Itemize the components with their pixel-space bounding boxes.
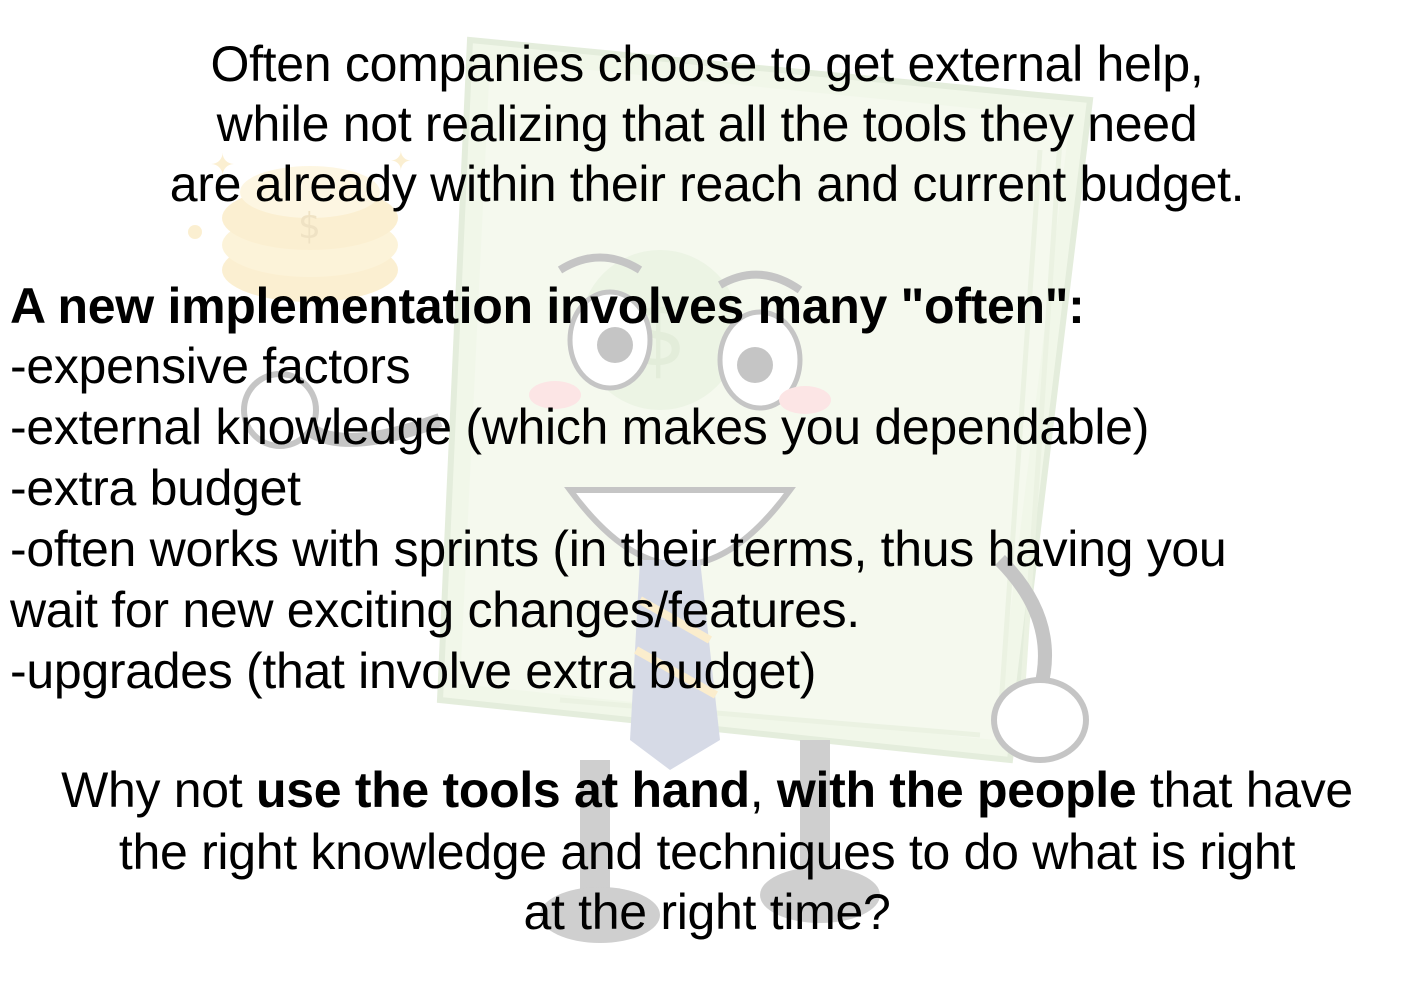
list-item: -upgrades (that involve extra budget) (10, 643, 817, 699)
closing-that-have: that have (1136, 762, 1353, 818)
list-item: wait for new exciting changes/features. (10, 582, 860, 638)
list-item: -often works with sprints (in their term… (10, 521, 1227, 577)
closing-line-3: at the right time? (523, 884, 891, 940)
intro-line-2: while not realizing that all the tools t… (216, 96, 1198, 152)
list-item: -external knowledge (which makes you dep… (10, 399, 1150, 455)
closing-comma: , (749, 762, 777, 818)
closing-tools-bold: use the tools at hand (255, 762, 750, 818)
intro-line-3: are already within their reach and curre… (169, 156, 1245, 212)
closing-why-not: Why not (61, 762, 256, 818)
closing-line-2: the right knowledge and techniques to do… (118, 824, 1296, 880)
closing-line-1: Why not use the tools at hand, with the … (0, 760, 1414, 820)
intro-line-1: Often companies choose to get external h… (210, 36, 1204, 92)
list-item: -extra budget (10, 460, 301, 516)
list-heading: A new implementation involves many "ofte… (10, 278, 1085, 334)
closing-people-bold: with the people (776, 762, 1137, 818)
list-item: -expensive factors (10, 338, 411, 394)
